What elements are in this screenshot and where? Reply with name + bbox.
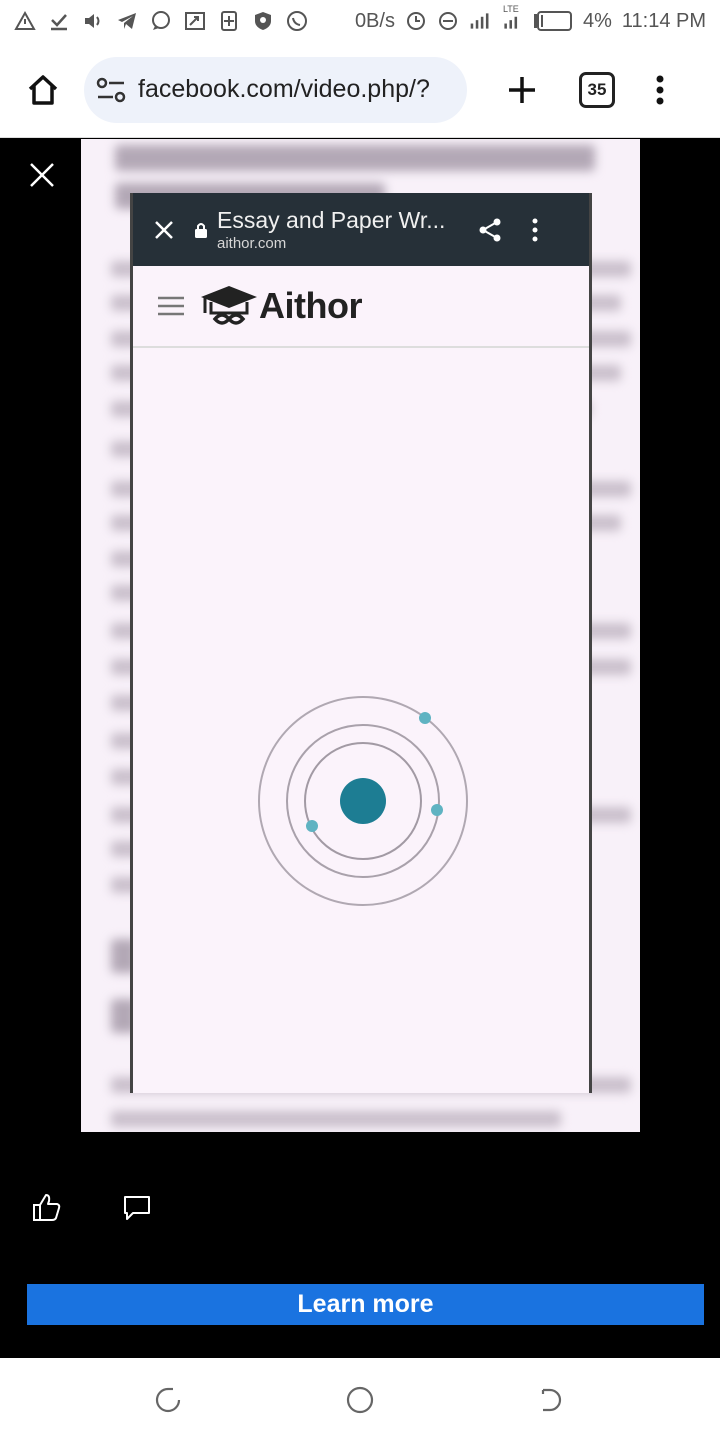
aithor-header: Aithor	[133, 266, 589, 348]
download-done-icon	[48, 10, 70, 32]
battery-icon	[533, 10, 573, 32]
recents-button[interactable]	[150, 1382, 186, 1418]
back-button[interactable]	[532, 1382, 568, 1418]
custom-tab-title: Essay and Paper Wr...	[217, 207, 446, 233]
comment-button[interactable]	[118, 1188, 156, 1226]
back-icon	[541, 1388, 562, 1412]
telegram-icon	[116, 10, 138, 32]
net-speed: 0B/s	[354, 9, 395, 32]
chat-icon	[150, 10, 172, 32]
more-vert-icon	[656, 75, 664, 104]
new-tab-button[interactable]	[497, 65, 547, 115]
custom-tab-close-icon	[147, 213, 181, 247]
cast-icon	[184, 10, 206, 32]
shield-icon	[252, 10, 274, 32]
thumbs-up-icon	[33, 1194, 61, 1221]
loading-orbit-icon	[258, 696, 468, 906]
tab-switcher-button[interactable]: 35	[579, 71, 615, 108]
tune-icon[interactable]	[94, 73, 128, 107]
url-text[interactable]: facebook.com/video.php/?	[138, 75, 430, 104]
learn-more-button[interactable]: Learn more	[27, 1284, 704, 1325]
hamburger-menu-icon	[155, 291, 187, 321]
video-player[interactable]: Essay and Paper Wr... aithor.com Aithor	[81, 139, 640, 1132]
close-video-button[interactable]	[22, 155, 62, 195]
home-icon	[28, 74, 58, 105]
network-type: LTE	[502, 4, 519, 14]
comment-icon	[124, 1196, 150, 1220]
home-button[interactable]	[18, 65, 68, 115]
alert-icon	[14, 10, 36, 32]
lock-icon	[193, 221, 209, 239]
close-icon	[30, 163, 54, 187]
graduation-cap-logo-icon	[199, 282, 259, 330]
like-button[interactable]	[27, 1188, 65, 1226]
sim-icon	[218, 10, 240, 32]
plus-icon	[509, 76, 535, 103]
browser-toolbar: facebook.com/video.php/? 35	[0, 42, 720, 138]
system-nav-bar	[0, 1358, 720, 1440]
clock: 11:14 PM	[621, 9, 706, 32]
volume-icon	[82, 10, 104, 32]
share-icon	[473, 213, 507, 247]
browser-menu-button[interactable]	[645, 65, 675, 115]
aithor-brand: Aithor	[259, 285, 362, 326]
whatsapp-icon	[286, 10, 308, 32]
data-saver-icon	[405, 10, 427, 32]
custom-tab-bar: Essay and Paper Wr... aithor.com	[133, 193, 589, 266]
home-circle-icon	[346, 1386, 374, 1414]
dnd-icon	[437, 10, 459, 32]
address-bar[interactable]: facebook.com/video.php/?	[84, 56, 467, 123]
status-bar: 0B/s LTE 4% 11:14 PM	[0, 0, 720, 42]
custom-tab-titles: Essay and Paper Wr... aithor.com	[217, 207, 445, 252]
embedded-phone-screen: Essay and Paper Wr... aithor.com Aithor	[130, 193, 592, 1093]
battery-level: 4%	[582, 9, 612, 32]
home-nav-button[interactable]	[342, 1382, 378, 1418]
recents-icon	[155, 1387, 181, 1413]
status-right: 0B/s LTE 4% 11:14 PM	[354, 4, 706, 33]
signal-icon	[469, 10, 491, 32]
custom-tab-domain: aithor.com	[217, 235, 287, 252]
lte-signal-icon: LTE	[501, 4, 523, 32]
notification-icons	[14, 10, 308, 32]
custom-tab-more-icon	[525, 213, 545, 247]
